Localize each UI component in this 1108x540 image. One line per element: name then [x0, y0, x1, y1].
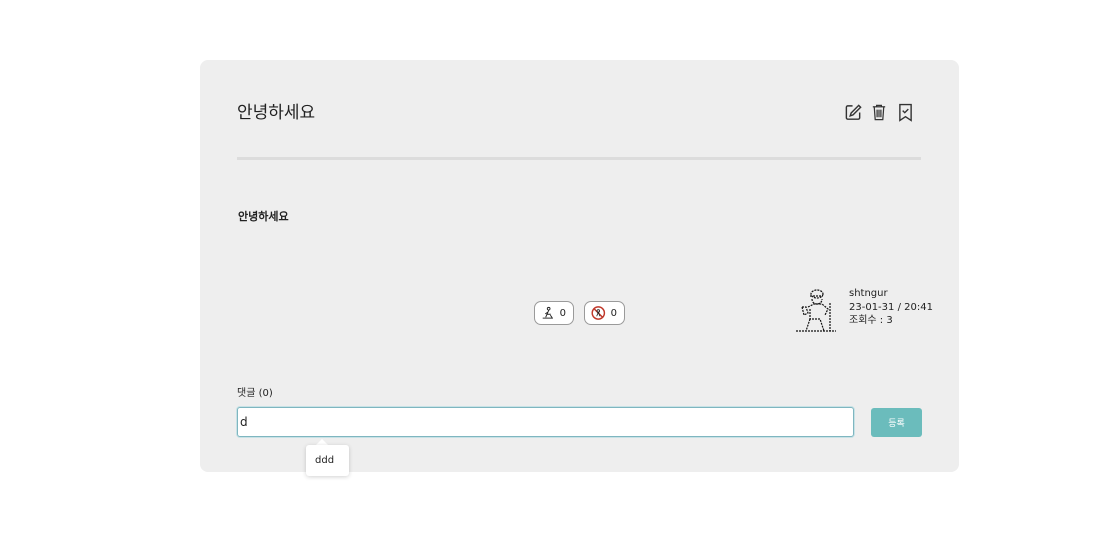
comment-input[interactable]	[237, 407, 854, 437]
author-info: shtngur 23-01-31 / 20:41 조회수 : 3	[849, 287, 933, 328]
like-icon	[542, 306, 553, 319]
edit-icon[interactable]	[843, 102, 863, 122]
dislike-button[interactable]: 0	[584, 301, 625, 325]
view-count: 조회수 : 3	[849, 315, 893, 326]
like-count: 0	[559, 307, 566, 319]
comment-label: 댓글 (0)	[237, 388, 273, 399]
dislike-count: 0	[610, 307, 617, 319]
post-title: 안녕하세요	[237, 103, 316, 123]
post-datetime: 23-01-31 / 20:41	[849, 301, 933, 313]
post-content: 안녕하세요	[238, 210, 289, 223]
no-sign-icon	[591, 306, 606, 320]
trash-icon[interactable]	[869, 102, 889, 122]
title-divider	[237, 157, 921, 160]
author-name: shtngur	[849, 288, 888, 299]
post-card: 안녕하세요 안녕하세요 0 0 shtngur 23-01-31 / 20:41…	[200, 60, 959, 472]
bookmark-icon[interactable]	[895, 102, 915, 122]
submit-comment-button[interactable]: 등록	[871, 408, 922, 437]
autocomplete-suggestion[interactable]: ddd	[306, 445, 349, 476]
author-avatar	[792, 287, 838, 333]
post-actions	[843, 102, 915, 122]
like-button[interactable]: 0	[534, 301, 574, 325]
